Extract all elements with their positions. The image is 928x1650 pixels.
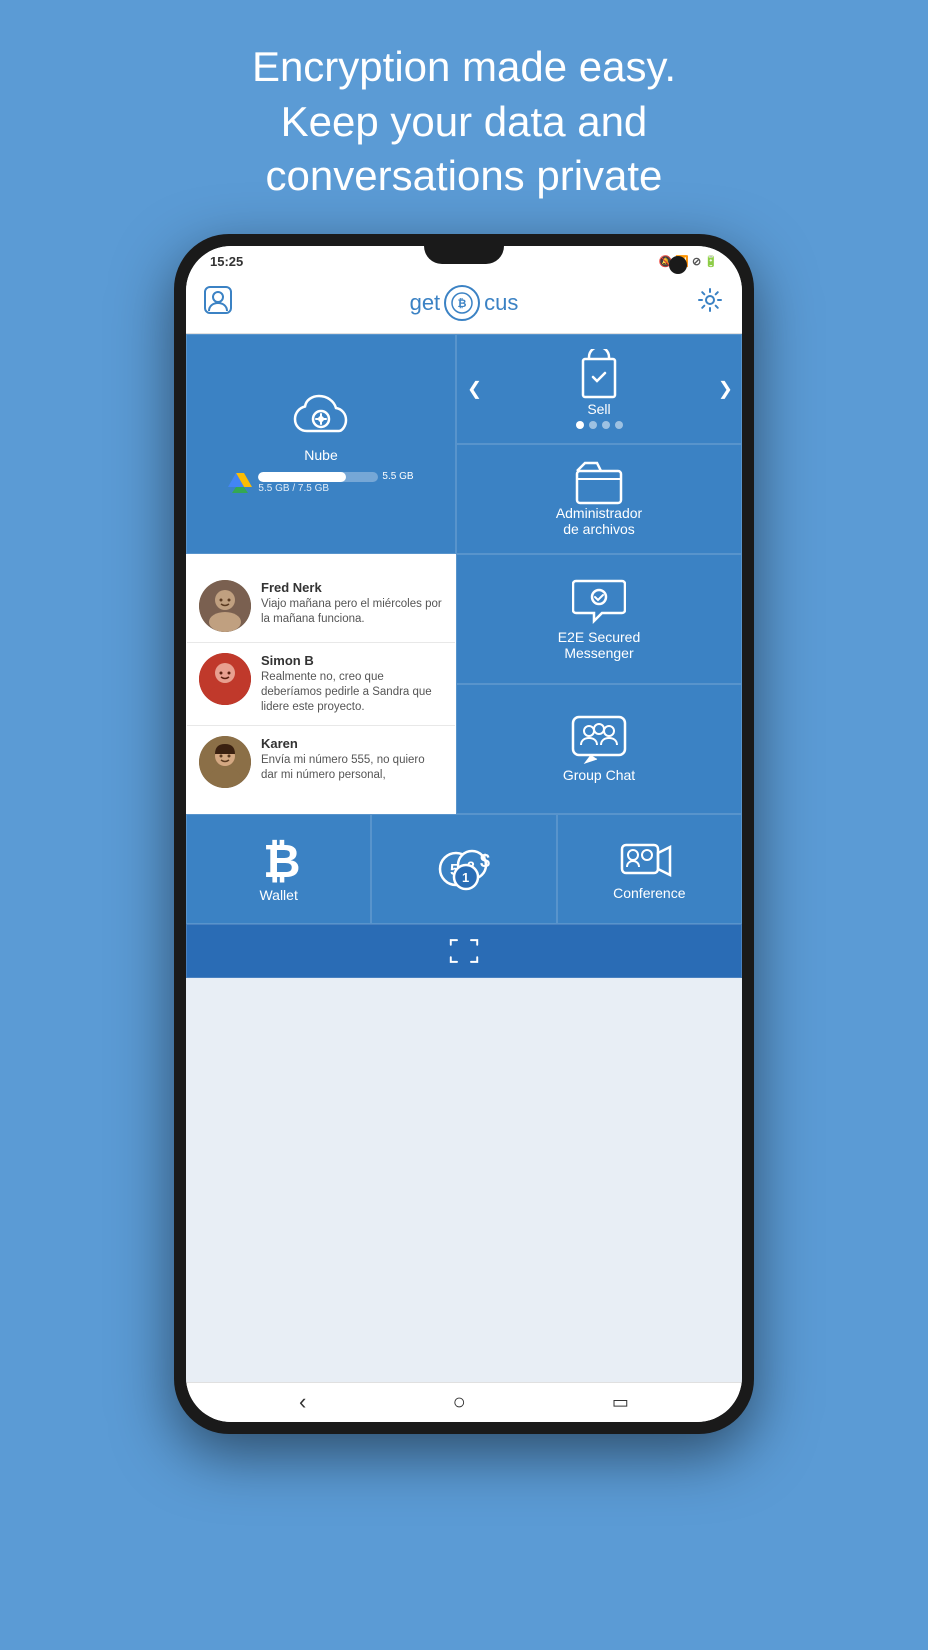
avatar-fred bbox=[199, 580, 251, 632]
nube-label: Nube bbox=[304, 447, 337, 463]
nube-tile[interactable]: Nube bbox=[186, 334, 456, 554]
files-label: Administrador de archivos bbox=[556, 505, 642, 537]
home-button[interactable]: ○ bbox=[452, 1389, 465, 1415]
prev-arrow[interactable]: ❮ bbox=[467, 378, 482, 399]
msg-text-karen: Envía mi número 555, no quiero dar mi nú… bbox=[261, 753, 443, 783]
dot-3 bbox=[602, 421, 610, 429]
dot-4 bbox=[615, 421, 623, 429]
status-time: 15:25 bbox=[210, 254, 243, 269]
messages-tile: Fred Nerk Viajo mañana pero el miércoles… bbox=[186, 554, 456, 814]
conference-label: Conference bbox=[613, 885, 685, 901]
e2e-tile[interactable]: E2E Secured Messenger bbox=[456, 554, 742, 684]
avatar-simon bbox=[199, 653, 251, 705]
profile-button[interactable] bbox=[204, 286, 232, 320]
msg-content-simon: Simon B Realmente no, creo que deberíamo… bbox=[261, 653, 443, 715]
hero-text: Encryption made easy. Keep your data and… bbox=[172, 0, 756, 234]
dot-2 bbox=[589, 421, 597, 429]
coins-tile[interactable]: 5 2 1 $ bbox=[371, 814, 556, 924]
storage-used: 5.5 GB bbox=[382, 471, 413, 482]
avatar-karen bbox=[199, 736, 251, 788]
msg-content-fred: Fred Nerk Viajo mañana pero el miércoles… bbox=[261, 580, 443, 627]
settings-button[interactable] bbox=[696, 286, 724, 320]
scanner-row[interactable] bbox=[186, 924, 742, 978]
dot-1 bbox=[576, 421, 584, 429]
phone-screen: 15:25 🔕 📶 ⊘ 🔋 get bbox=[186, 246, 742, 1422]
right-tiles: E2E Secured Messenger bbox=[456, 554, 742, 814]
storage-total: 5.5 GB / 7.5 GB bbox=[258, 483, 329, 494]
wallet-tile[interactable]: ₿ Wallet bbox=[186, 814, 371, 924]
group-chat-label: Group Chat bbox=[563, 767, 635, 783]
phone-wrapper: 15:25 🔕 📶 ⊘ 🔋 get bbox=[174, 234, 754, 1434]
message-item-fred[interactable]: Fred Nerk Viajo mañana pero el miércoles… bbox=[187, 570, 455, 643]
sell-tile[interactable]: ❮ Sell bbox=[456, 334, 742, 444]
status-icons: 🔕 📶 ⊘ 🔋 bbox=[659, 255, 718, 268]
message-item-simon[interactable]: Simon B Realmente no, creo que deberíamo… bbox=[187, 643, 455, 726]
message-item-karen[interactable]: Karen Envía mi número 555, no quiero dar… bbox=[187, 726, 455, 798]
svg-text:1: 1 bbox=[462, 870, 469, 885]
group-chat-tile[interactable]: Group Chat bbox=[456, 684, 742, 814]
svg-text:₿: ₿ bbox=[458, 298, 467, 310]
recent-button[interactable]: ▭ bbox=[612, 1392, 629, 1413]
svg-text:$: $ bbox=[480, 851, 490, 871]
msg-text-simon: Realmente no, creo que deberíamos pedirl… bbox=[261, 670, 443, 715]
status-bar: 15:25 🔕 📶 ⊘ 🔋 bbox=[186, 246, 742, 275]
msg-content-karen: Karen Envía mi número 555, no quiero dar… bbox=[261, 736, 443, 783]
phone-bottom-bar: ‹ ○ ▭ bbox=[186, 1382, 742, 1422]
msg-text-fred: Viajo mañana pero el miércoles por la ma… bbox=[261, 597, 443, 627]
msg-name-fred: Fred Nerk bbox=[261, 580, 443, 595]
e2e-label: E2E Secured Messenger bbox=[558, 629, 641, 661]
back-button[interactable]: ‹ bbox=[299, 1389, 306, 1415]
svg-text:₿: ₿ bbox=[263, 835, 301, 887]
files-tile[interactable]: Administrador de archivos bbox=[456, 444, 742, 554]
grid-container: Nube bbox=[186, 334, 742, 1382]
sell-label: Sell bbox=[587, 401, 610, 417]
msg-name-simon: Simon B bbox=[261, 653, 443, 668]
next-arrow[interactable]: ❯ bbox=[718, 378, 733, 399]
conference-tile[interactable]: Conference bbox=[557, 814, 742, 924]
logo: get ₿ cus bbox=[410, 285, 519, 321]
wallet-label: Wallet bbox=[259, 887, 297, 903]
phone-outer: 15:25 🔕 📶 ⊘ 🔋 get bbox=[174, 234, 754, 1434]
msg-name-karen: Karen bbox=[261, 736, 443, 751]
app-header: get ₿ cus bbox=[186, 275, 742, 334]
